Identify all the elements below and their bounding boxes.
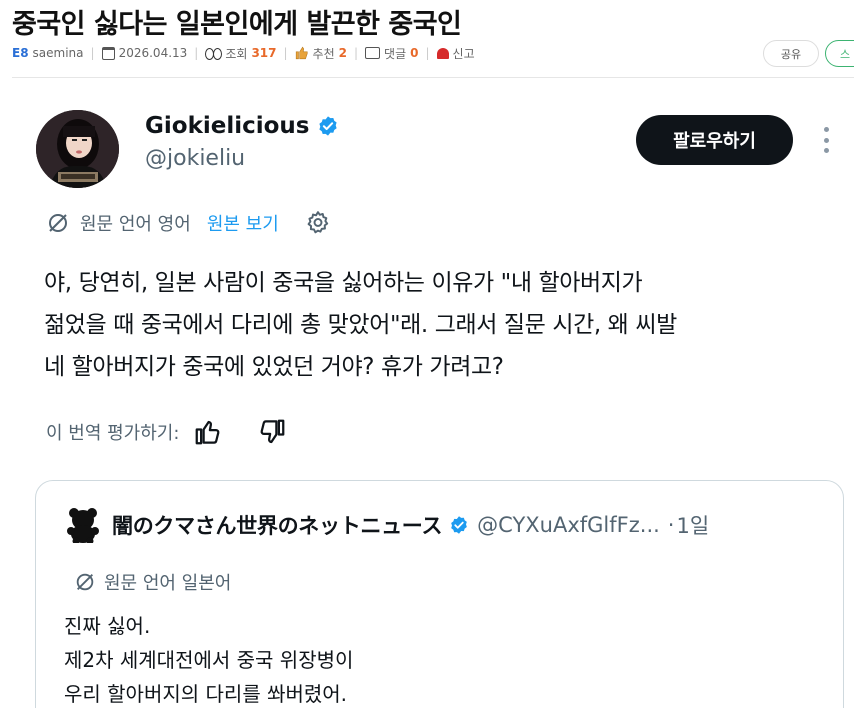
share-button[interactable]: 공유 [763, 40, 819, 67]
calendar-icon [101, 46, 115, 60]
translate-icon [76, 573, 94, 591]
bear-icon [67, 508, 99, 543]
quoted-tweet-text: 진짜 싫어. 제2차 세계대전에서 중국 위장병이 우리 할아버지의 다리를 쏴… [64, 609, 353, 708]
author-info[interactable]: E8 saemina [12, 46, 84, 60]
board-tag: E8 [12, 46, 29, 60]
meta-divider: | [354, 46, 359, 60]
report-link[interactable]: 신고 [436, 45, 475, 62]
meta-divider: | [194, 46, 199, 60]
tweet-text-line: 네 할아버지가 중국에 있었던 거야? 휴가 가려고? [44, 354, 504, 380]
avatar-image [36, 110, 119, 188]
gear-icon-glyph [307, 211, 328, 234]
tweet-text: 야, 당연히, 일본 사람이 중국을 싫어하는 이유가 "내 할아버지가 젊었을… [44, 262, 844, 388]
tweet-author-name[interactable]: Giokielicious [145, 113, 310, 139]
view-count: 조회 317 [205, 45, 277, 62]
post-meta: E8 saemina | 2026.04.13 | 조회 317 | 추천 2 … [12, 43, 475, 63]
verified-badge-icon [451, 516, 467, 534]
like-count[interactable]: 추천 2 [295, 45, 347, 62]
meta-divider: | [425, 46, 430, 60]
more-vertical-icon[interactable] [816, 124, 836, 156]
thumbs-down-button[interactable] [257, 417, 287, 447]
quoted-text-line: 제2차 세계대전에서 중국 위장병이 [64, 648, 354, 672]
tweet-text-line: 야, 당연히, 일본 사람이 중국을 싫어하는 이유가 "내 할아버지가 [44, 270, 643, 296]
quoted-text-line: 우리 할아버지의 다리를 쏴버렸어. [64, 682, 348, 706]
rate-translation-label: 이 번역 평가하기: [46, 423, 180, 444]
quoted-text-line: 진짜 싫어. [64, 614, 151, 638]
quoted-translation-label: 원문 언어 일본어 [104, 573, 232, 594]
views-label: 조회 [225, 46, 248, 61]
quoted-author-name[interactable]: 闇のクマさん世界のネットニュース [112, 510, 442, 540]
header-divider [12, 77, 854, 78]
quoted-translation-bar: 원문 언어 일본어 [74, 569, 231, 595]
verified-badge-icon [318, 116, 337, 136]
follow-button[interactable]: 팔로우하기 [636, 115, 793, 165]
comments-label: 댓글 [384, 46, 407, 61]
siren-icon [436, 47, 449, 59]
rate-translation: 이 번역 평가하기: [46, 415, 287, 449]
chat-bubble-icon [365, 47, 381, 59]
post-date: 2026.04.13 [101, 46, 188, 60]
next-button[interactable]: 스 [825, 40, 854, 67]
thumbs-up-icon [196, 420, 220, 445]
thumbs-up-icon [295, 46, 308, 60]
comment-count[interactable]: 댓글 0 [365, 45, 419, 62]
tweet-text-line: 젊었을 때 중국에서 다리에 총 맞았어"래. 그래서 질문 시간, 왜 씨발 [44, 312, 677, 338]
report-label: 신고 [452, 46, 475, 61]
post-title: 중국인 싫다는 일본인에게 발끈한 중국인 [12, 9, 462, 40]
thumbs-up-button[interactable] [193, 417, 223, 447]
eyes-icon [205, 47, 223, 60]
avatar[interactable] [36, 110, 119, 188]
author-name[interactable]: saemina [33, 46, 84, 60]
quoted-tweet-header: 闇のクマさん世界のネットニュース @CYXuAxfGlfFz... · 1일 [66, 507, 709, 543]
likes-count: 2 [338, 46, 347, 60]
translation-label: 원문 언어 영어 [80, 214, 191, 235]
likes-label: 추천 [312, 46, 335, 61]
time-separator: · [667, 513, 675, 537]
thumbs-down-icon [260, 419, 285, 444]
comments-count: 0 [410, 46, 419, 60]
translation-bar: 원문 언어 영어 원본 보기 [46, 208, 331, 238]
tweet-author-handle[interactable]: @jokieliu [145, 146, 245, 171]
quoted-author-handle[interactable]: @CYXuAxfGlfFz... [477, 513, 660, 537]
meta-divider: | [90, 46, 95, 60]
quoted-tweet-card[interactable]: 闇のクマさん世界のネットニュース @CYXuAxfGlfFz... · 1일 원… [35, 480, 844, 708]
post-date-text: 2026.04.13 [118, 46, 188, 60]
view-original-link[interactable]: 원본 보기 [207, 210, 279, 236]
views-count: 317 [251, 46, 277, 60]
tweet-author[interactable]: Giokielicious [145, 113, 339, 139]
meta-divider: | [283, 46, 288, 60]
quoted-timestamp[interactable]: 1일 [676, 510, 709, 540]
gear-icon[interactable] [305, 210, 331, 236]
translate-icon [49, 214, 67, 232]
